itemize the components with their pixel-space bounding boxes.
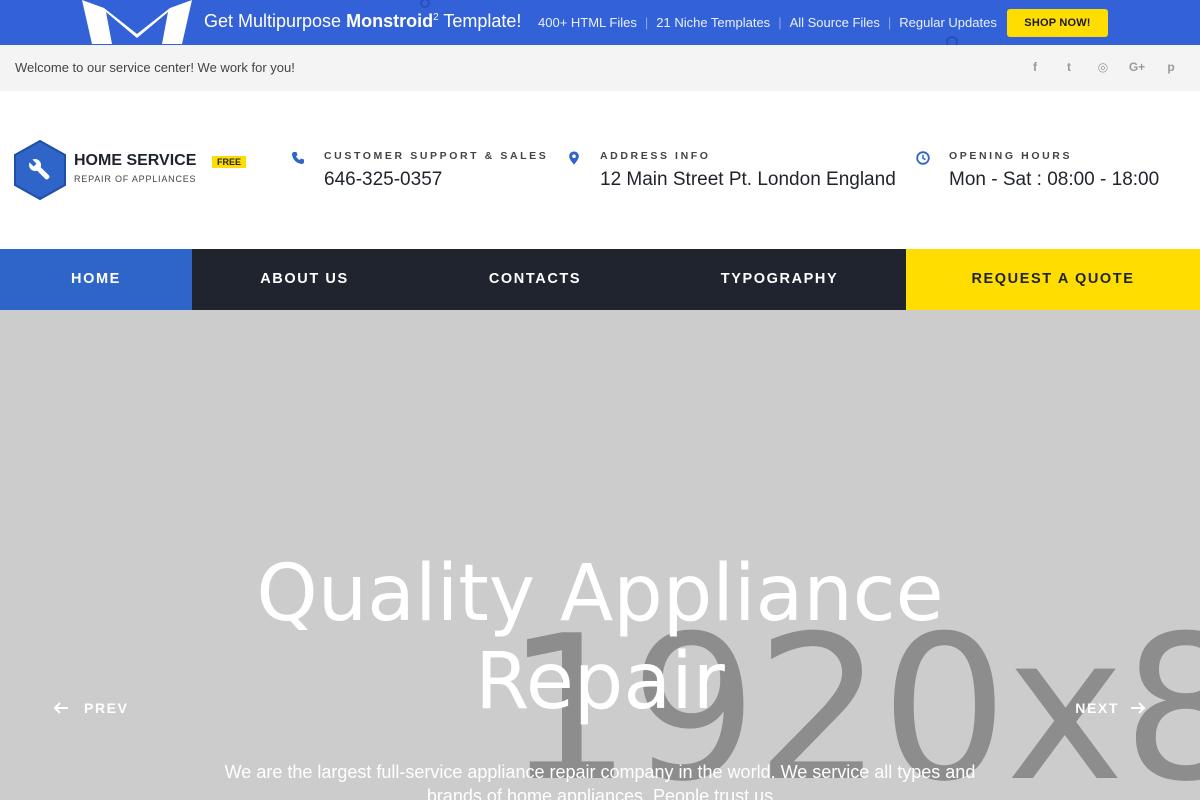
main-navigation: HOME ABOUT US CONTACTS TYPOGRAPHY REQUES… <box>0 249 1200 310</box>
request-quote-button[interactable]: REQUEST A QUOTE <box>906 249 1200 310</box>
hours-value: Mon - Sat : 08:00 - 18:00 <box>949 169 1160 190</box>
slider-prev-label: PREV <box>84 700 129 716</box>
promo-feature: 400+ HTML Files <box>538 15 637 30</box>
hero-headline-line: Repair <box>475 637 725 727</box>
shop-now-button[interactable]: SHOP NOW! <box>1007 9 1108 37</box>
support-label: CUSTOMER SUPPORT & SALES <box>324 150 549 162</box>
promo-title: Get Multipurpose Monstroid2 Template! <box>204 11 521 32</box>
hero-slider: 1920x82 Quality Appliance Repair We are … <box>0 310 1200 800</box>
promo-feature: 21 Niche Templates <box>656 15 771 30</box>
pinterest-icon[interactable]: p <box>1154 60 1188 74</box>
hero-subtext: We are the largest full-service applianc… <box>170 760 1030 800</box>
location-pin-icon <box>569 151 579 165</box>
address-label: ADDRESS INFO <box>600 150 711 162</box>
brand-logo[interactable]: HOME SERVICE FREE REPAIR OF APPLIANCES <box>14 140 254 200</box>
facebook-icon[interactable]: f <box>1018 60 1052 74</box>
hero-headline-line: Quality Appliance <box>256 549 944 639</box>
promo-title-prefix: Get Multipurpose <box>204 11 347 31</box>
welcome-message: Welcome to our service center! We work f… <box>15 60 295 75</box>
promo-title-brand: Monstroid <box>346 11 434 31</box>
slider-next-label: NEXT <box>1075 700 1119 716</box>
address-value: 12 Main Street Pt. London England <box>600 169 896 190</box>
clock-icon <box>916 151 930 165</box>
promo-feature: Regular Updates <box>899 15 997 30</box>
brand-tagline: REPAIR OF APPLIANCES <box>74 174 197 184</box>
nav-home[interactable]: HOME <box>0 249 192 310</box>
nav-contacts[interactable]: CONTACTS <box>417 249 653 310</box>
top-info-bar: Welcome to our service center! We work f… <box>0 45 1200 91</box>
hours-label: OPENING HOURS <box>949 150 1073 162</box>
google-plus-icon[interactable]: G+ <box>1120 60 1154 74</box>
social-links: f t ◎ G+ p <box>1018 60 1188 74</box>
arrow-left-icon <box>53 702 68 714</box>
promo-feature: All Source Files <box>789 15 880 30</box>
free-badge: FREE <box>212 156 247 168</box>
site-header: HOME SERVICE FREE REPAIR OF APPLIANCES C… <box>0 91 1200 249</box>
arrow-right-icon <box>1131 702 1146 714</box>
nav-typography[interactable]: TYPOGRAPHY <box>653 249 906 310</box>
instagram-icon[interactable]: ◎ <box>1086 60 1120 74</box>
monstroid-logo-icon <box>82 0 192 44</box>
decorative-ring <box>946 36 958 45</box>
hero-headline: Quality Appliance Repair <box>0 550 1200 726</box>
brand-name: HOME SERVICE <box>74 152 197 169</box>
support-phone[interactable]: 646-325-0357 <box>324 169 442 191</box>
promo-features: 400+ HTML Files | 21 Niche Templates | All… <box>538 15 1005 30</box>
nav-about-us[interactable]: ABOUT US <box>192 249 417 310</box>
hero-subtext-line: brands of home appliances. People trust … <box>426 786 774 800</box>
decorative-ring <box>420 0 430 8</box>
slider-prev-button[interactable]: PREV <box>52 700 129 716</box>
slider-next-button[interactable]: NEXT <box>1075 700 1147 716</box>
promo-banner[interactable]: Get Multipurpose Monstroid2 Template! 40… <box>0 0 1200 45</box>
phone-icon <box>292 152 304 164</box>
hero-subtext-line: We are the largest full-service applianc… <box>224 762 976 782</box>
promo-title-suffix: Template! <box>438 11 522 31</box>
twitter-icon[interactable]: t <box>1052 60 1086 74</box>
wrench-hexagon-icon <box>14 140 66 200</box>
